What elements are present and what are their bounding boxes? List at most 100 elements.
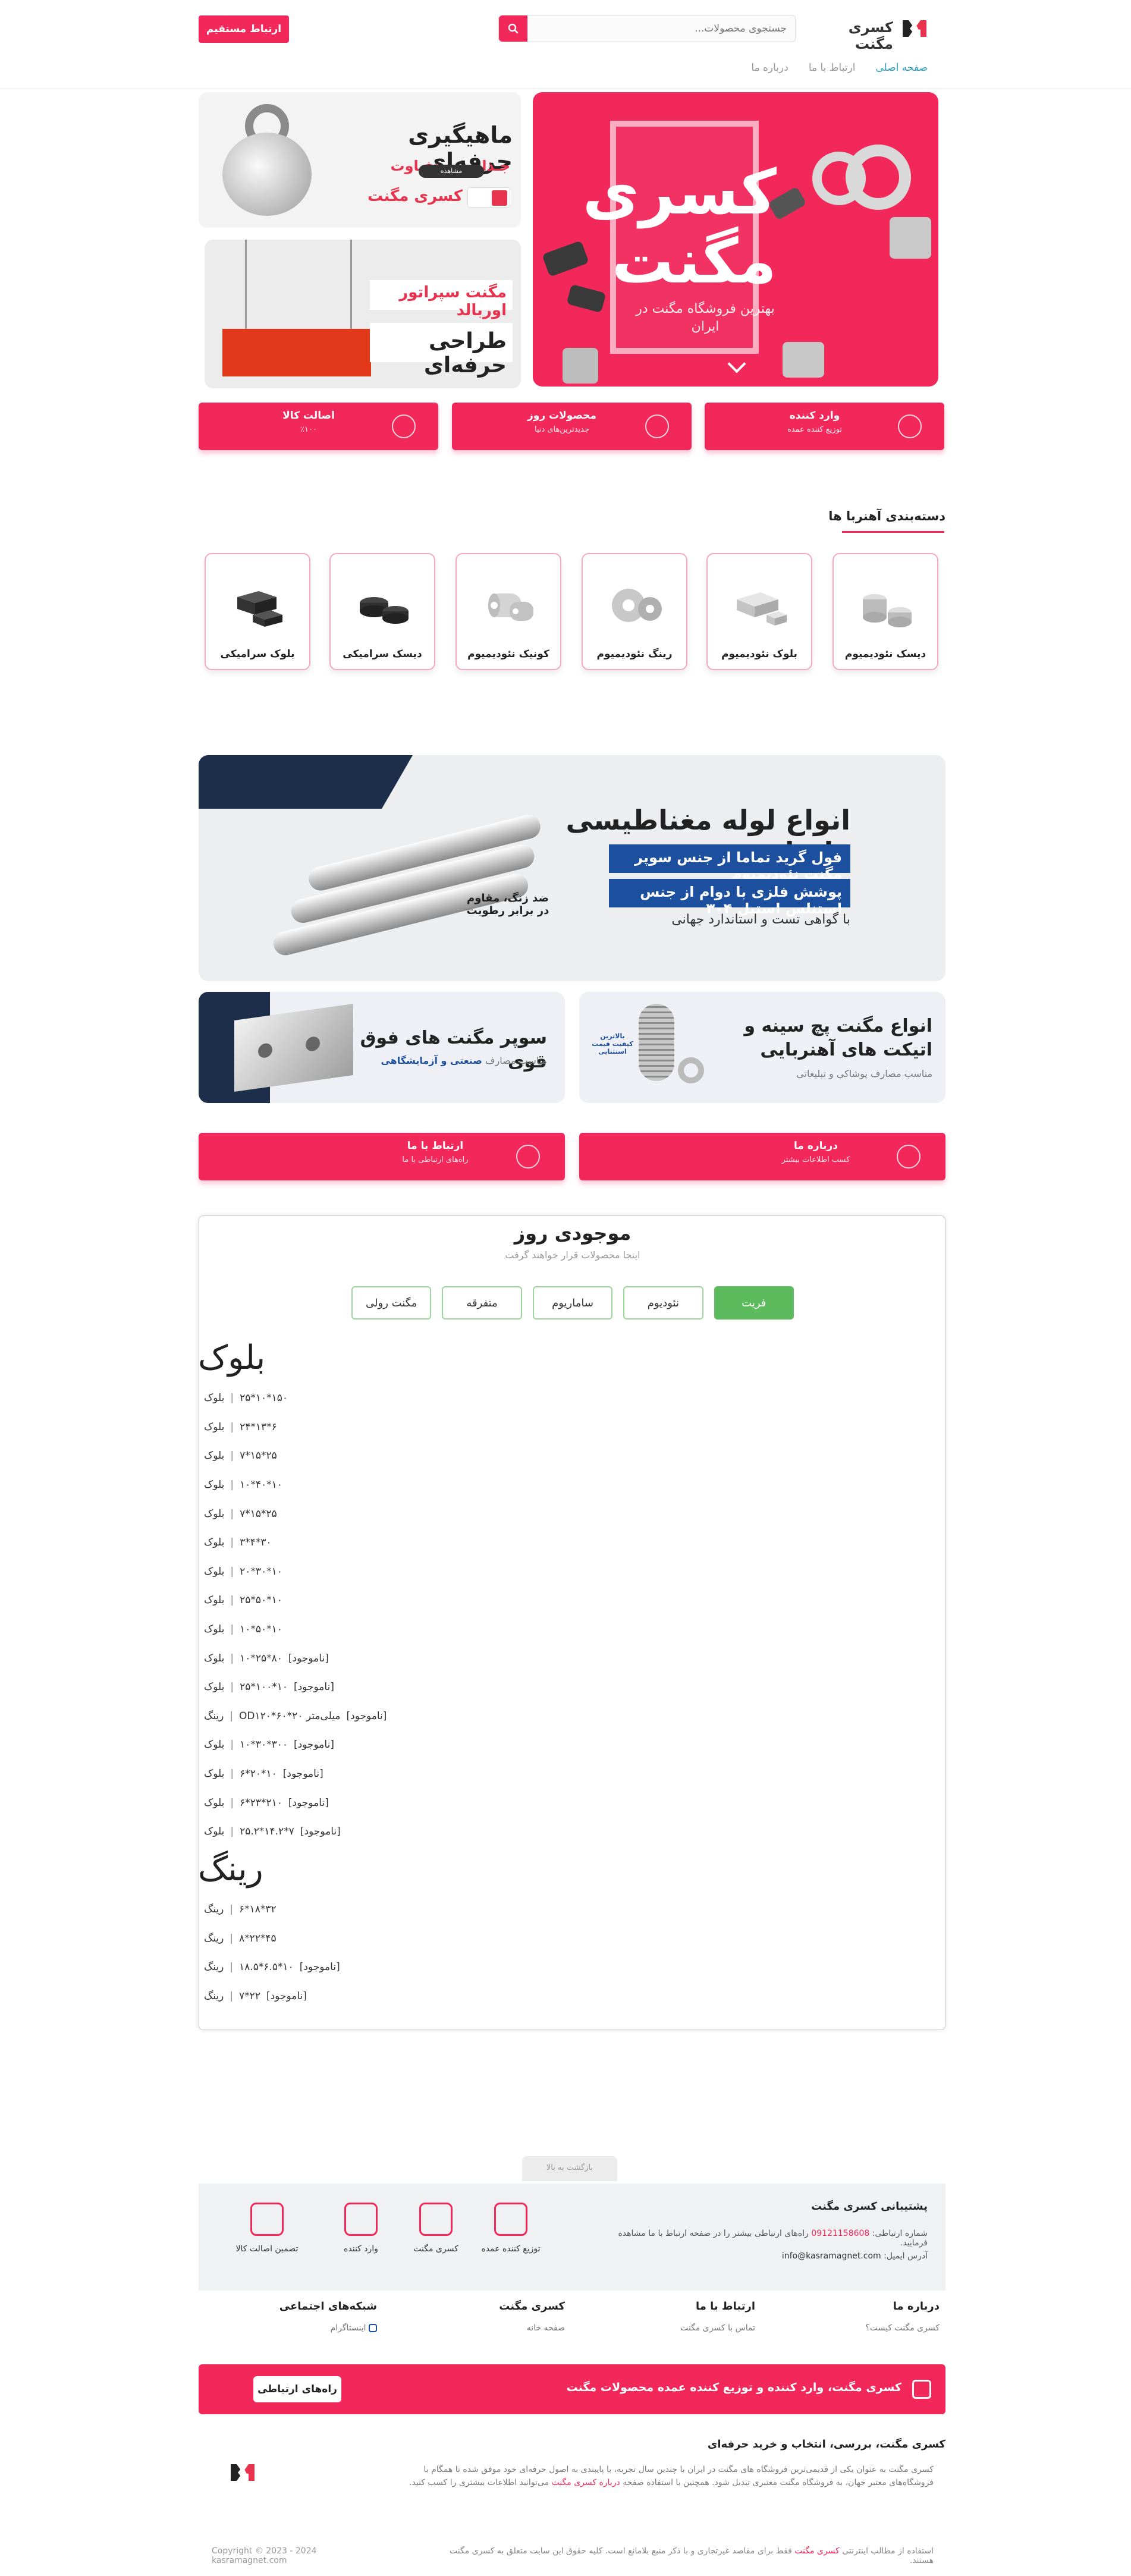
magnet-cube-decor (563, 348, 598, 384)
back-to-top-button[interactable]: بازگشت به بالا (522, 2156, 617, 2181)
brand-name[interactable]: کسری مگنت (810, 19, 893, 52)
stock-section-heading: بلوک (198, 1339, 266, 1377)
tab-ferrite[interactable]: فریت (714, 1286, 794, 1320)
feature-card-importer[interactable]: وارد کننده توزیع کننده عمده (705, 403, 944, 450)
category-card-disc-ceramic[interactable]: دیسک سرامیکی (329, 553, 435, 670)
tab-roll-magnet[interactable]: مگنت رولی (351, 1286, 432, 1320)
search-button[interactable] (499, 15, 527, 42)
category-label: رینگ نئودیمیوم (596, 648, 673, 660)
stock-row-size: ۲۴*۱۳*۶ (240, 1421, 277, 1433)
direct-contact-button[interactable]: ارتباط مستقیم (199, 15, 289, 43)
stock-row: بلوک | ۱۰*۲۵*۸۰ [ناموجود] (204, 1644, 501, 1673)
category-card-disc-neodymium[interactable]: دیسک نئودیمیوم (832, 553, 938, 670)
phone-number[interactable]: 09121158608 (811, 2229, 869, 2238)
ring-magnet-decor (812, 152, 866, 205)
stock-row-name: رینگ (204, 1961, 224, 1974)
stock-row-size: ۱۰*۳۰*۳۰۰ (240, 1739, 288, 1751)
stock-row-divider: | (230, 1826, 234, 1838)
instagram-link[interactable]: اینستاگرام (222, 2323, 377, 2333)
stock-row-name: رینگ (204, 1710, 224, 1722)
stock-row: بلوک | ۲۵*۵۰*۱۰ (204, 1586, 501, 1615)
copyright-brand[interactable]: کسری مگنت (794, 2546, 840, 2556)
stock-row-size: ۲۵*۵۰*۱۰ (240, 1594, 282, 1607)
tube-feature-label: ضد زنگ، مقاوم در برابر رطوبت (448, 892, 567, 917)
stock-row-divider: | (230, 1421, 234, 1433)
phone-label: شماره ارتباطی: (872, 2229, 928, 2238)
stock-row-name: بلوک (204, 1623, 225, 1636)
contact-us-card[interactable]: ارتباط با ما راه‌های ارتباطی با ما (199, 1133, 565, 1180)
super-magnet-sub-bold: صنعتی و آزمایشگاهی (381, 1055, 482, 1066)
about-title: کسری مگنت، بررسی، انتخاب و خرید حرفه‌ای (707, 2438, 945, 2451)
category-label: کونیک نئودیمیوم (467, 648, 549, 660)
nav-contact[interactable]: ارتباط با ما (809, 62, 856, 80)
category-card-countersunk-neodymium[interactable]: کونیک نئودیمیوم (455, 553, 561, 670)
kasra-logo[interactable] (901, 18, 928, 39)
feature-card-new-products[interactable]: محصولات روز جدیدترین‌های دنیا (452, 403, 692, 450)
instagram-icon (369, 2324, 377, 2332)
footer-link[interactable]: کسری مگنت کیست؟ (785, 2323, 940, 2333)
cta-banner: کسری مگنت، وارد کننده و توزیع کننده عمده… (199, 2364, 945, 2414)
stock-row-name: بلوک (204, 1826, 225, 1838)
stock-row: بلوک | ۲۵.۲*۱۴.۲*۷ [ناموجود] (204, 1817, 501, 1846)
about-us-card[interactable]: درباره ما کسب اطلاعات بیشتر (579, 1133, 945, 1180)
stock-subtitle: اینجا محصولات قرار خواهند گرفت (505, 1249, 640, 1261)
fishing-banner[interactable]: ماهیگیری حرفه‌ای جـذاب و متفـاوت مشاهده … (199, 92, 521, 228)
badge-wholesale: توزیع کننده عمده (478, 2203, 543, 2274)
stock-row-divider: | (230, 1903, 234, 1916)
feature-subtitle: جدیدترین‌های دنیا (534, 425, 590, 434)
tab-samarium[interactable]: ساماریوم (532, 1286, 613, 1320)
stock-row-name: رینگ (204, 1990, 224, 2003)
category-card-ring-neodymium[interactable]: رینگ نئودیمیوم (582, 553, 687, 670)
feature-title: اصالت کالا (282, 410, 335, 422)
stock-row-name: بلوک (204, 1796, 225, 1809)
stock-row-name: بلوک (204, 1450, 225, 1462)
contact-ways-button[interactable]: راه‌های ارتباطی (253, 2376, 341, 2402)
tab-misc[interactable]: متفرقه (442, 1286, 522, 1320)
stock-row: بلوک | ۱۰*۴۰*۱۰ (204, 1471, 501, 1500)
category-card-block-neodymium[interactable]: بلوک نئودیمیوم (706, 553, 812, 670)
category-card-block-ceramic[interactable]: بلوک سرامیکی (205, 553, 310, 670)
stock-row-size: ۱۰*۴۰*۱۰ (240, 1479, 282, 1491)
disc-neodymium-icon (863, 594, 912, 627)
badge-label: توزیع کننده عمده (481, 2244, 541, 2254)
nav-about[interactable]: درباره ما (751, 62, 788, 80)
stock-row-status: [ناموجود] (266, 1990, 307, 2003)
stock-row-name: رینگ (204, 1932, 224, 1944)
magnetic-tube-banner[interactable]: ضد زنگ، مقاوم در برابر رطوبت انواع لوله … (199, 755, 945, 981)
tab-neodymium[interactable]: نئودیوم (623, 1286, 703, 1320)
search-input[interactable] (526, 15, 795, 42)
stock-row-divider: | (230, 1392, 234, 1405)
stock-row: بلوک | ۷*۱۵*۲۵ (204, 1441, 501, 1471)
truck-icon (392, 414, 416, 438)
stock-row-status: [ناموجود] (346, 1710, 387, 1722)
footer-link[interactable]: صفحه خانه (410, 2323, 565, 2333)
stock-row: رینگ | ۱۸.۵*۶.۵*۱۰ [ناموجود] (204, 1953, 501, 1982)
about-link[interactable]: درباره کسری مگنت (552, 2478, 620, 2487)
stock-row-size: ۲۵*۱۰*۱۵۰ (240, 1392, 288, 1405)
stock-row-status: [ناموجود] (300, 1826, 341, 1838)
footer-col-about: درباره ما کسری مگنت کیست؟ (785, 2300, 940, 2333)
copyright-part: استفاده از مطالب اینترنتی (842, 2546, 934, 2556)
info-card-subtitle: راه‌های ارتباطی با ما (402, 1155, 469, 1164)
kasra-logo[interactable] (230, 2462, 256, 2483)
stock-row-divider: | (230, 1990, 234, 2003)
email-address[interactable]: info@kasramagnet.com (782, 2251, 881, 2261)
stock-row-size: ۱۰*۵۰*۱۰ (240, 1623, 282, 1636)
footer-col-heading: ارتباط با ما (695, 2300, 755, 2313)
badge-magnet-banner[interactable]: بالاترین کیفیت قیمت استثنایی انواع مگنت … (579, 992, 945, 1103)
stock-row-name: رینگ (204, 1903, 224, 1916)
chevron-down-icon[interactable] (727, 354, 746, 373)
stock-row-size: ۳*۴*۳۰ (240, 1537, 272, 1549)
feature-card-authenticity[interactable]: اصالت کالا ٪۱۰۰ (199, 403, 438, 450)
separator-banner[interactable]: مگنت سپراتور اوربالد طراحی حرفه‌ای (205, 240, 521, 388)
super-magnet-banner[interactable]: سوپر مگنت های فوق قوی مناسب مصارف صنعتی … (199, 992, 565, 1103)
main-nav: صفحه اصلی ارتباط با ما درباره ما (743, 62, 928, 80)
hero-banner[interactable]: کسری مگنت بهترین فروشگاه مگنت در ایران (533, 92, 938, 387)
nav-home[interactable]: صفحه اصلی (876, 62, 928, 80)
footer-link[interactable]: تماس با کسری مگنت (601, 2323, 755, 2333)
shield-icon (897, 1145, 920, 1168)
stock-row-divider: | (230, 1537, 234, 1549)
category-label: دیسک نئودیمیوم (844, 648, 926, 660)
stock-row: رینگ | ۷*۲۲ [ناموجود] (204, 1982, 501, 2011)
stock-row-divider: | (230, 1594, 234, 1607)
